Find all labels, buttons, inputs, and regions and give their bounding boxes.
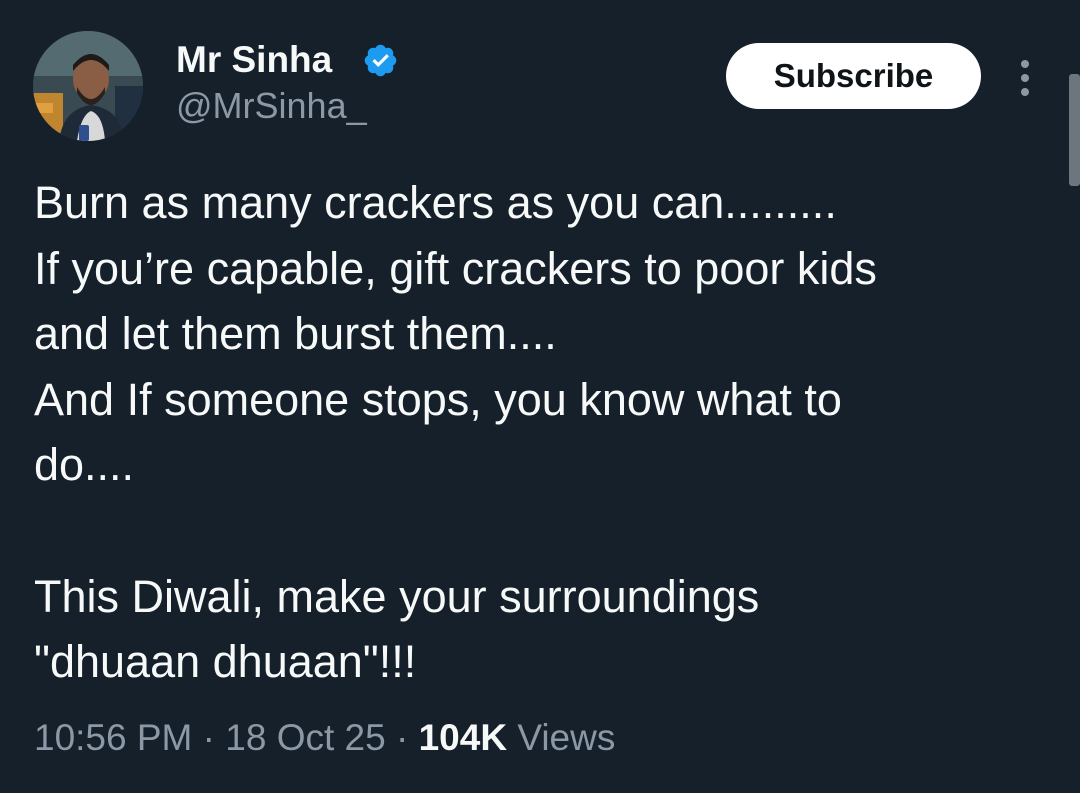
tweet-time[interactable]: 10:56 PM: [34, 717, 192, 758]
author-display-name[interactable]: Mr Sinha: [176, 38, 332, 82]
scrollbar-thumb[interactable]: [1069, 74, 1080, 186]
verified-badge-icon: [364, 44, 397, 77]
subscribe-button[interactable]: Subscribe: [726, 43, 981, 109]
meta-separator: ·: [202, 717, 215, 758]
more-vertical-icon[interactable]: [1008, 56, 1042, 100]
views-label: Views: [517, 717, 616, 758]
tweet-text-line: and let them burst them....: [34, 308, 557, 360]
tweet-text-line: Burn as many crackers as you can........…: [34, 177, 837, 228]
tweet-text-line: [34, 498, 1044, 564]
tweet-text-line: And If someone stops, you know what to: [34, 373, 842, 425]
tweet-text-line: This Diwali, make your surroundings: [34, 570, 760, 622]
author-handle[interactable]: @MrSinha_: [176, 84, 367, 128]
views-count: 104K: [418, 717, 508, 758]
tweet-text-line: do....: [34, 439, 135, 491]
avatar-image: [33, 31, 143, 141]
tweet-text-line: If you’re capable, gift crackers to poor…: [34, 242, 877, 294]
tweet-text-line: "dhuaan dhuaan"!!!: [34, 636, 417, 688]
tweet-meta: 10:56 PM · 18 Oct 25 · 104K Views: [34, 716, 615, 760]
tweet-text: Burn as many crackers as you can........…: [34, 170, 1044, 695]
meta-separator: ·: [395, 717, 409, 758]
tweet-date[interactable]: 18 Oct 25: [225, 717, 385, 758]
avatar[interactable]: [33, 31, 143, 141]
